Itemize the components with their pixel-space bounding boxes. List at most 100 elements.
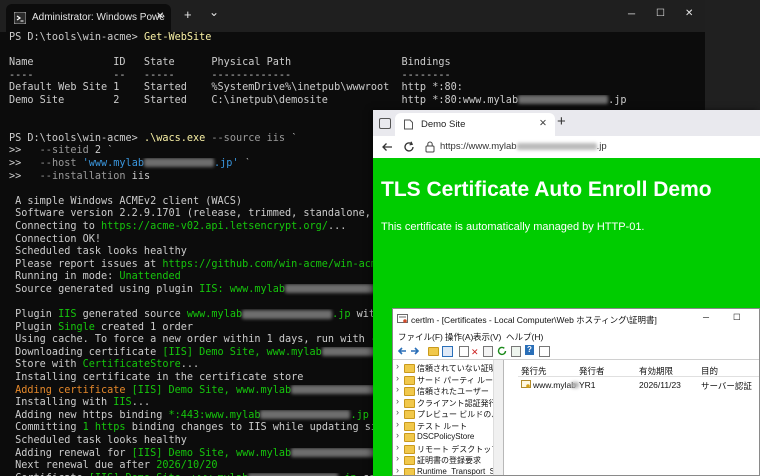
expand-chevron-icon[interactable]: ›: [396, 384, 399, 394]
expand-chevron-icon[interactable]: ›: [396, 396, 399, 406]
tree-item[interactable]: › サード パーティ ルート証明機関: [396, 373, 503, 386]
terminal-text: Source generated using plugin: [9, 283, 200, 295]
up-folder-icon[interactable]: [428, 347, 439, 356]
new-tab-button[interactable]: +: [184, 7, 192, 22]
expand-chevron-icon[interactable]: ›: [396, 361, 399, 371]
col-purpose[interactable]: 目的: [701, 365, 718, 377]
tree-item-label: 信頼されたユーザー: [417, 387, 489, 396]
redacted-text: [242, 309, 333, 319]
cert-purpose: サーバー認証: [701, 381, 752, 391]
terminal-text: --host: [39, 157, 77, 169]
properties-icon[interactable]: [483, 346, 493, 357]
col-expires[interactable]: 有効期限: [639, 365, 673, 377]
delete-icon[interactable]: ✕: [471, 347, 479, 358]
expand-chevron-icon[interactable]: ›: [396, 419, 399, 429]
terminal-text: Committing: [9, 422, 83, 434]
tree-item[interactable]: › DSCPolicyStore: [396, 430, 502, 443]
lock-icon[interactable]: [425, 141, 435, 153]
terminal-text: ...: [131, 397, 151, 409]
page-icon: [404, 119, 413, 130]
terminal-text: `: [238, 157, 251, 169]
terminal-text: Scheduled task looks healthy: [9, 246, 187, 258]
terminal-text: Single: [58, 321, 95, 333]
terminal-text: Please report issues at: [9, 258, 163, 270]
copy-icon[interactable]: [459, 346, 469, 357]
terminal-text: Plugin: [9, 309, 59, 321]
tree-item[interactable]: › プレビュー ビルドのルート: [396, 407, 503, 420]
powershell-icon: [14, 12, 26, 24]
expand-chevron-icon[interactable]: ›: [396, 442, 399, 452]
terminal-tab-close-icon[interactable]: ✕: [156, 11, 164, 22]
mmc-minimize-button[interactable]: ─: [703, 312, 709, 322]
terminal-text: Name ID State Physical Path Bindings: [9, 57, 451, 69]
export-list-icon[interactable]: [511, 346, 521, 357]
tree-item[interactable]: › Runtime_Transport_Store_: [396, 465, 503, 475]
col-subject[interactable]: 発行先: [521, 365, 547, 377]
back-icon[interactable]: [381, 142, 393, 152]
close-button[interactable]: ✕: [685, 8, 693, 19]
minimize-button[interactable]: ─: [628, 9, 635, 20]
url-text: https://www.mylab: [440, 141, 517, 152]
terminal-tab-title: Administrator: Windows Powe: [32, 12, 165, 23]
certlm-app-icon: [397, 314, 408, 323]
expand-chevron-icon[interactable]: ›: [396, 407, 399, 417]
terminal-text: Adding certificate: [9, 384, 132, 396]
menu-file[interactable]: ファイル(F): [398, 331, 443, 343]
redacted-text: [260, 410, 351, 420]
terminal-text: `: [291, 132, 298, 144]
terminal-text: --source iis: [205, 132, 292, 144]
redacted-text: [291, 448, 382, 458]
folder-icon: [404, 387, 415, 396]
terminal-text: .jp: [608, 94, 627, 106]
tree-scrollbar[interactable]: [493, 360, 503, 475]
tree-item-label: サード パーティ ルート証明機関: [417, 375, 503, 385]
browser-tab-close-icon[interactable]: ✕: [539, 118, 547, 129]
expand-chevron-icon[interactable]: ›: [396, 465, 399, 475]
folder-icon: [404, 398, 415, 408]
terminal-text: 'www.mylab: [82, 157, 144, 169]
tree-item[interactable]: › 信頼されたユーザー: [396, 384, 502, 397]
browser-new-tab-button[interactable]: +: [557, 113, 566, 130]
tree-item-label: クライアント認証発行者: [417, 398, 504, 408]
redacted-text: [143, 158, 214, 168]
terminal-line: Name ID State Physical Path Bindings: [9, 57, 705, 70]
tree-item-label: リモート デスクトップ: [417, 444, 500, 454]
expand-chevron-icon[interactable]: ›: [396, 430, 399, 440]
help-icon[interactable]: ?: [525, 345, 534, 355]
table-row[interactable]: www.mylab YR1 2026/11/23 サーバー認証: [518, 378, 759, 391]
terminal-text: Using cache. To force a new order within…: [9, 334, 402, 346]
folder-icon: [404, 421, 415, 431]
tab-dropdown-icon[interactable]: ⌄: [209, 5, 219, 19]
terminal-text: [IIS] Demo Site, www.mylab: [162, 346, 322, 358]
tree-item[interactable]: › リモート デスクトップ: [396, 442, 502, 455]
col-issuer[interactable]: 発行者: [579, 365, 605, 377]
expand-chevron-icon[interactable]: ›: [396, 453, 399, 463]
terminal-tab[interactable]: Administrator: Windows Powe ✕: [6, 4, 171, 32]
mmc-toolbar: ✕ ?: [393, 343, 759, 360]
browser-tab[interactable]: Demo Site ✕: [395, 113, 555, 136]
tree-item[interactable]: › 信頼されていない証明書: [396, 361, 503, 374]
mmc-title: certlm - [Certificates - Local Computer\…: [411, 315, 657, 325]
show-tree-icon[interactable]: [442, 346, 453, 357]
refresh-list-icon[interactable]: [497, 346, 507, 356]
address-bar[interactable]: https://www.mylab .jp: [440, 141, 607, 152]
expand-chevron-icon[interactable]: ›: [396, 373, 399, 383]
maximize-button[interactable]: ☐: [656, 8, 665, 19]
refresh-icon[interactable]: [403, 141, 415, 153]
action-pane-icon[interactable]: [539, 346, 550, 357]
tree-item[interactable]: › テスト ルート: [396, 419, 502, 432]
forward-arrow-icon[interactable]: [410, 346, 420, 356]
terminal-text: Software version 2.2.9.1701 (release, tr…: [9, 208, 402, 220]
tab-actions-icon[interactable]: [379, 118, 391, 129]
terminal-text: 2026/10/20: [156, 460, 218, 472]
menu-help[interactable]: ヘルプ(H): [506, 331, 543, 343]
menu-action[interactable]: 操作(A): [445, 331, 473, 343]
terminal-text: IIS: [113, 397, 132, 409]
back-arrow-icon[interactable]: [397, 346, 407, 356]
tree-item[interactable]: › 証明書の登録要求: [396, 453, 502, 466]
tree-item[interactable]: › クライアント認証発行者: [396, 396, 504, 409]
mmc-maximize-button[interactable]: ☐: [733, 312, 741, 323]
terminal-text: Installing with: [9, 397, 114, 409]
menu-view[interactable]: 表示(V): [473, 331, 501, 343]
